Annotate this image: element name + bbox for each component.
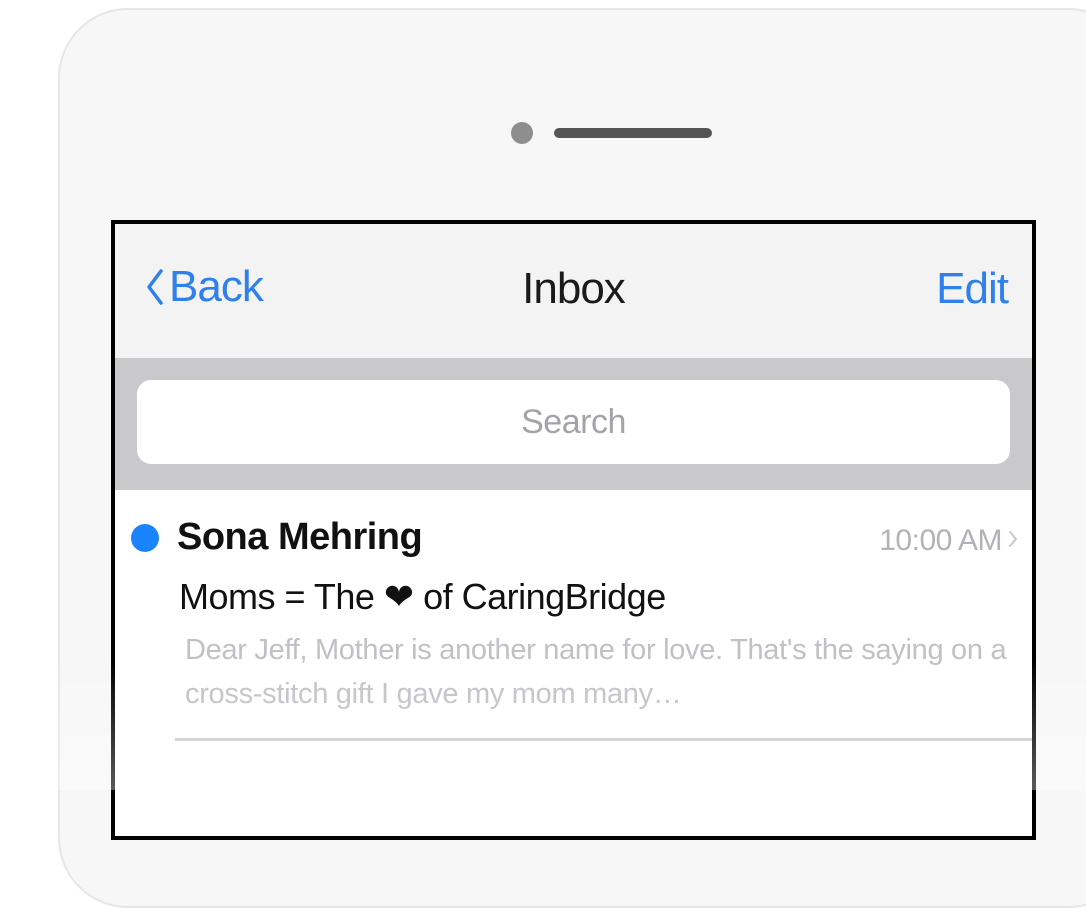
row-separator xyxy=(175,738,1032,741)
message-preview: Dear Jeff, Mother is another name for lo… xyxy=(185,634,1007,710)
page-title: Inbox xyxy=(522,264,626,313)
chevron-right-icon xyxy=(1009,531,1017,547)
message-subject: Moms = The ❤ of CaringBridge xyxy=(179,576,666,617)
list-item[interactable]: Sona Mehring 10:00 AM Moms = The ❤ of Ca… xyxy=(115,490,1032,752)
earpiece-speaker xyxy=(554,128,712,138)
message-time: 10:00 AM xyxy=(879,524,1002,557)
message-sender: Sona Mehring xyxy=(177,516,423,558)
unread-indicator-icon xyxy=(131,524,159,552)
search-placeholder: Search xyxy=(521,402,626,441)
search-input[interactable]: Search xyxy=(137,380,1010,464)
front-camera xyxy=(511,122,533,144)
navigation-bar: Back Inbox Edit xyxy=(115,224,1032,358)
edit-button[interactable]: Edit xyxy=(936,264,1009,314)
phone-screen: Back Inbox Edit Search Sona Mehring 10:0… xyxy=(111,220,1036,840)
search-bar: Search xyxy=(115,358,1032,490)
